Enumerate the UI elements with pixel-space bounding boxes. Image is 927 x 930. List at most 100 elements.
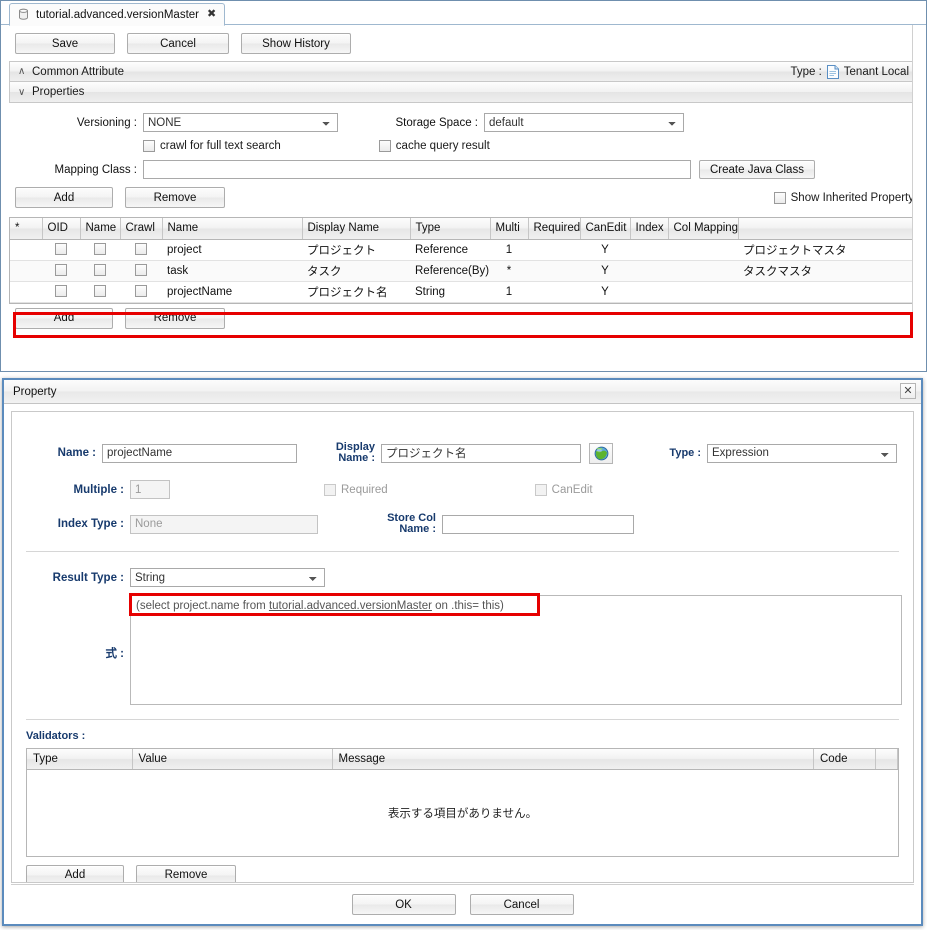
mapping-class-input[interactable] [143, 160, 691, 179]
cell-col-mapping [668, 260, 738, 282]
cell-type: Reference [410, 239, 490, 261]
col-validator-value[interactable]: Value [132, 749, 333, 770]
col-oid[interactable]: OID [42, 218, 81, 240]
col-validator-type[interactable]: Type [27, 749, 133, 770]
crawl-row-checkbox[interactable] [135, 264, 147, 277]
cell-name-chk [80, 260, 120, 282]
versioning-select[interactable]: NONE [143, 113, 338, 132]
document-icon [826, 64, 839, 79]
crawl-row-checkbox[interactable] [135, 285, 147, 298]
cell-col-mapping [668, 281, 738, 303]
dialog-body: Name : Display Name : Type : [11, 411, 914, 883]
row-result-type: Result Type : String [12, 568, 913, 587]
col-validator-message[interactable]: Message [332, 749, 814, 770]
cell-multi: * [490, 260, 528, 282]
show-history-button[interactable]: Show History [241, 33, 351, 54]
create-java-class-button[interactable]: Create Java Class [699, 160, 815, 179]
col-type[interactable]: Type [410, 218, 491, 240]
name-checkbox[interactable] [94, 243, 106, 256]
index-type-select[interactable]: None [130, 514, 318, 534]
remove-property-button[interactable]: Remove [125, 187, 225, 208]
col-name[interactable]: Name [162, 218, 303, 240]
col-extra[interactable] [738, 218, 917, 240]
section-properties[interactable]: ∨ Properties [9, 82, 918, 103]
cell-display-name: プロジェクト名 [302, 281, 410, 303]
row-index-type: Index Type : None Store Col Name : [12, 513, 913, 535]
table-row[interactable]: project プロジェクト Reference 1 Y プロジェクトマスタ [10, 239, 917, 261]
canedit-checkbox[interactable] [534, 483, 547, 496]
screen-root: tutorial.advanced.versionMaster ✖ Save C… [0, 0, 927, 930]
multiple-input[interactable] [130, 480, 170, 499]
remove-validator-button[interactable]: Remove [136, 864, 236, 882]
ok-button[interactable]: OK [351, 894, 456, 915]
oid-checkbox[interactable] [55, 285, 67, 298]
col-display-name[interactable]: Display Name [302, 218, 411, 240]
cell-star [10, 239, 42, 261]
close-icon[interactable]: ✕ [900, 383, 916, 399]
expression-label: 式 : [105, 648, 124, 660]
oid-checkbox[interactable] [55, 243, 67, 256]
expression-container: (select project.name from tutorial.advan… [129, 593, 902, 705]
property-table-body: project プロジェクト Reference 1 Y プロジェクトマスタ t… [10, 239, 917, 303]
crawl-checkbox[interactable] [143, 140, 155, 152]
add-validator-button[interactable]: Add [26, 864, 124, 882]
result-type-select[interactable]: String [130, 568, 325, 587]
remove-property-button-bottom[interactable]: Remove [125, 307, 225, 329]
cell-name-chk [80, 281, 120, 303]
cell-oid [42, 239, 80, 261]
required-checkbox[interactable] [324, 483, 336, 496]
table-row[interactable]: task タスク Reference(By) * Y タスクマスタ [10, 260, 917, 282]
storage-space-select[interactable]: default [484, 113, 684, 132]
col-index[interactable]: Index [630, 218, 669, 240]
store-col-name-label: Store Col Name : [374, 513, 436, 535]
type-select[interactable]: Expression [707, 443, 897, 463]
vertical-scrollbar[interactable] [912, 25, 926, 329]
row-grid-buttons-top: Add Remove Show Inherited Property [9, 187, 918, 208]
cell-crawl [120, 281, 162, 303]
col-col-mapping[interactable]: Col Mapping [668, 218, 739, 240]
cell-star [10, 260, 42, 282]
name-input[interactable] [102, 443, 297, 463]
name-checkbox[interactable] [94, 264, 106, 277]
col-star[interactable]: * [10, 218, 43, 240]
display-name-label: Display Name : [325, 442, 375, 464]
col-required[interactable]: Required [528, 218, 581, 240]
cell-required [528, 239, 580, 261]
cell-type: Reference(By) [410, 260, 490, 282]
col-name-chk[interactable]: Name [80, 218, 121, 240]
section-common-attribute-label: Common Attribute [32, 65, 125, 78]
index-type-label: Index Type : [57, 518, 124, 530]
row-multiple: Multiple : Required CanEdit [12, 480, 913, 499]
cancel-button[interactable]: Cancel [127, 33, 229, 54]
crawl-row-checkbox[interactable] [135, 243, 147, 256]
add-property-button-bottom[interactable]: Add [15, 307, 113, 329]
oid-checkbox[interactable] [55, 264, 67, 277]
dialog-cancel-button[interactable]: Cancel [469, 894, 574, 915]
divider-2 [26, 719, 899, 720]
expression-text: (select project.name from tutorial.advan… [136, 600, 504, 612]
col-crawl[interactable]: Crawl [120, 218, 163, 240]
save-button[interactable]: Save [15, 33, 115, 54]
col-validator-code[interactable]: Code [813, 749, 876, 770]
tab-label: tutorial.advanced.versionMaster [36, 8, 199, 21]
expression-textarea[interactable]: (select project.name from tutorial.advan… [130, 595, 902, 705]
col-validator-extra[interactable] [875, 749, 898, 770]
section-common-attribute[interactable]: ∧ Common Attribute Type : Tenant Local [9, 61, 918, 82]
tab-version-master[interactable]: tutorial.advanced.versionMaster ✖ [9, 3, 226, 26]
add-property-button[interactable]: Add [15, 187, 113, 208]
chevron-down-icon: ∨ [18, 86, 26, 98]
display-name-input[interactable] [381, 443, 581, 463]
cell-canedit: Y [580, 239, 630, 261]
globe-icon[interactable] [589, 442, 613, 464]
name-checkbox[interactable] [94, 285, 106, 298]
cell-canedit: Y [580, 281, 630, 303]
store-col-name-input[interactable] [442, 514, 634, 534]
table-row[interactable]: projectName プロジェクト名 String 1 Y [10, 281, 917, 303]
name-label: Name : [57, 447, 96, 459]
cell-name: project [162, 239, 302, 261]
col-canedit[interactable]: CanEdit [580, 218, 631, 240]
show-inherited-property-checkbox[interactable] [773, 191, 786, 204]
col-multi[interactable]: Multi [490, 218, 529, 240]
close-icon[interactable]: ✖ [205, 9, 216, 20]
cache-checkbox[interactable] [378, 140, 391, 152]
